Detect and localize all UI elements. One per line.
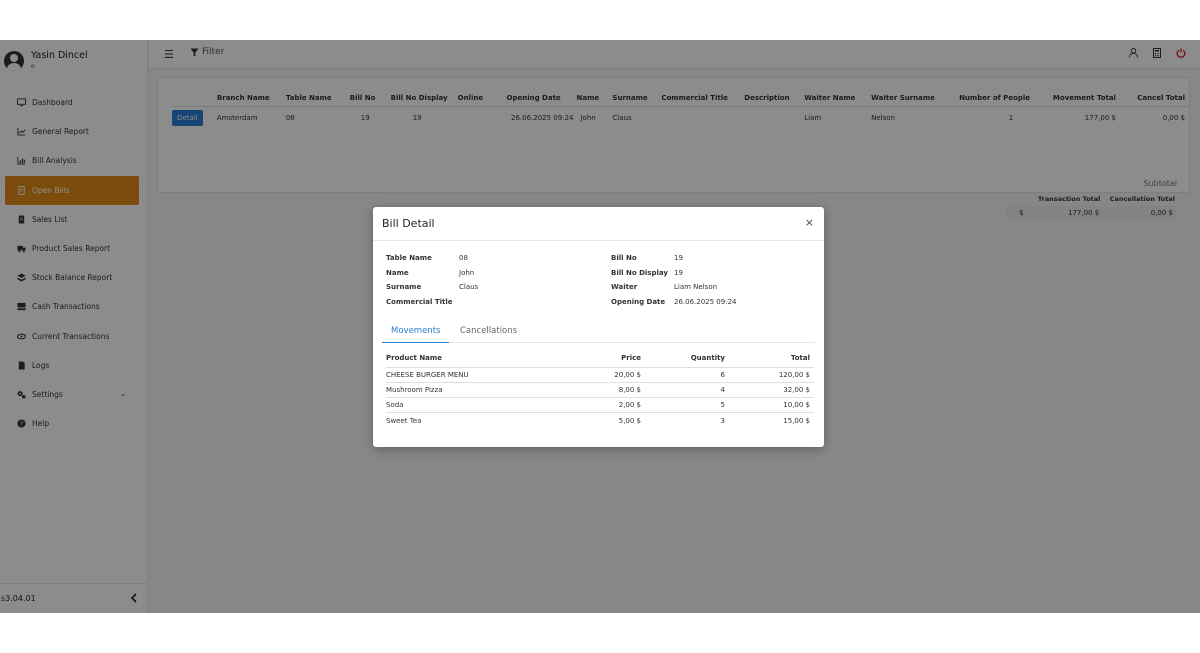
movements-table: Product Name Price Quantity Total CHEESE… xyxy=(386,349,814,428)
cell-product-name: Mushroom Pizza xyxy=(386,382,546,399)
table-name-value: 08 xyxy=(459,254,468,262)
cell-price: 8,00 $ xyxy=(546,382,645,399)
cell-product-name: CHEESE BURGER MENU xyxy=(386,367,546,383)
opening-date-value: 26.06.2025 09:24 xyxy=(674,298,737,306)
col-price: Price xyxy=(546,349,645,368)
col-total: Total xyxy=(729,349,814,368)
cell-quantity: 3 xyxy=(720,416,725,425)
cell-price: 20,00 $ xyxy=(546,367,645,383)
close-icon[interactable]: × xyxy=(805,216,814,229)
bill-no-value: 19 xyxy=(674,254,683,262)
bill-no-label: Bill No xyxy=(611,254,637,262)
waiter-label: Waiter xyxy=(611,283,638,291)
cell-quantity: 5 xyxy=(645,397,729,414)
commercial-title-label: Commercial Title xyxy=(386,298,453,306)
surname-value: Claus xyxy=(459,283,479,291)
cell-price: 5,00 $ xyxy=(618,416,641,425)
cell-total: 120,00 $ xyxy=(729,367,814,383)
cell-total: 15,00 $ xyxy=(783,416,810,425)
bill-no-display-value: 19 xyxy=(674,269,683,277)
tab-movements[interactable]: Movements xyxy=(381,326,450,343)
table-header-row: Product Name Price Quantity Total xyxy=(386,349,814,368)
opening-date-label: Opening Date xyxy=(611,298,666,306)
bill-info-right: Bill No 19 Bill No Display 19 Waiter Lia… xyxy=(611,254,811,314)
cell-product-name: Sweet Tea xyxy=(386,416,422,425)
cell-total: 32,00 $ xyxy=(729,382,814,399)
col-product-name: Product Name xyxy=(386,349,546,368)
bill-no-display-label: Bill No Display xyxy=(611,269,668,277)
cell-price: 2,00 $ xyxy=(546,397,645,414)
table-row: Mushroom Pizza 8,00 $ 4 32,00 $ xyxy=(386,382,814,399)
modal-title: Bill Detail xyxy=(382,217,435,230)
table-row: Soda 2,00 $ 5 10,00 $ xyxy=(386,397,814,414)
cell-quantity: 4 xyxy=(645,382,729,399)
bill-info-left: Table Name 08 Name John Surname Claus Co… xyxy=(386,254,586,314)
cell-product-name: Soda xyxy=(386,397,546,414)
name-label: Name xyxy=(386,269,409,277)
col-quantity: Quantity xyxy=(645,349,729,368)
bill-detail-modal: Bill Detail × Table Name 08 Name John Su… xyxy=(373,207,824,447)
tab-cancellations[interactable]: Cancellations xyxy=(460,326,517,336)
waiter-value: Liam Nelson xyxy=(674,283,718,291)
table-name-label: Table Name xyxy=(386,254,432,262)
cell-total: 10,00 $ xyxy=(729,397,814,414)
table-row: Sweet Tea 5,00 $ 3 15,00 $ xyxy=(386,413,814,428)
cell-quantity: 6 xyxy=(645,367,729,383)
detail-tabs: Movements Cancellations xyxy=(381,321,815,343)
surname-label: Surname xyxy=(386,283,422,291)
name-value: John xyxy=(459,269,475,277)
table-row: CHEESE BURGER MENU 20,00 $ 6 120,00 $ xyxy=(386,367,814,383)
